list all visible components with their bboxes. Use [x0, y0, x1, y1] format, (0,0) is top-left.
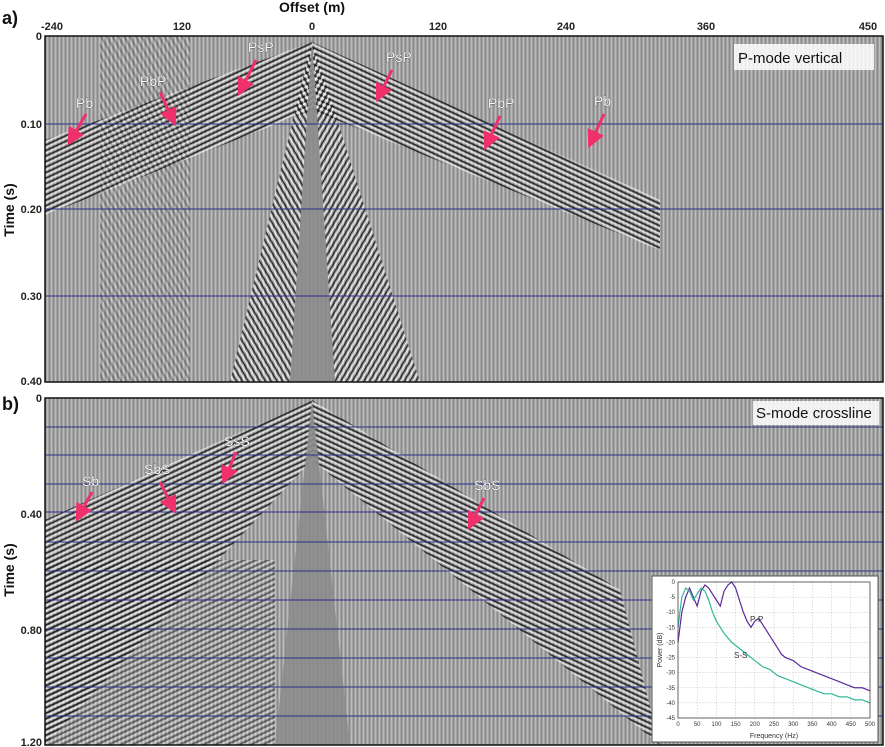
inset-x-tick: 450	[846, 722, 857, 728]
panel-b-y-tick: 1.20	[21, 737, 42, 747]
top-ticks: -240 120 0 120 240 360 450	[41, 21, 877, 33]
event-label: SbS	[474, 477, 500, 493]
inset-background	[651, 575, 879, 743]
event-label: PbP	[140, 73, 166, 89]
inset-y-tick: -35	[666, 686, 675, 692]
top-tick: 120	[429, 21, 447, 33]
event-label: PsP	[248, 39, 274, 55]
panel-a-label: a)	[2, 8, 18, 28]
inset-x-tick: 50	[694, 722, 701, 728]
seismic-figure: Offset (m) -240 120 0 120 240 360 450 a)…	[1, 0, 884, 747]
top-tick: 240	[557, 21, 575, 33]
panel-b-y-title: Time (s)	[1, 543, 17, 596]
panel-b-y-tick: 0	[36, 393, 42, 405]
inset-y-tick: -40	[666, 701, 675, 707]
inset-y-tick: -15	[666, 625, 675, 631]
inset-y-tick: -45	[666, 716, 675, 722]
panel-a: a) Time (s) 0 0.10 0.20 0.30 0.40 P-mode…	[1, 8, 884, 388]
event-label: Sb	[82, 473, 99, 489]
panel-a-y-tick: 0.10	[21, 119, 42, 131]
panel-a-y-tick: 0.20	[21, 204, 42, 216]
top-tick: 120	[173, 21, 191, 33]
inset-x-tick: 400	[827, 722, 838, 728]
panel-a-y-tick: 0	[36, 31, 42, 43]
event-label: Pb	[594, 93, 611, 109]
top-tick: 360	[697, 21, 715, 33]
inset-x-tick: 350	[807, 722, 818, 728]
event-label: SbS	[144, 461, 170, 477]
inset-x-tick: 150	[731, 722, 742, 728]
panel-b-y-tick: 0.80	[21, 625, 42, 637]
ss-curve-label: S-S	[734, 651, 747, 660]
event-label: SsS	[224, 433, 250, 449]
panel-b-label: b)	[2, 394, 19, 414]
top-tick: -240	[41, 21, 63, 33]
panel-b-lower-left-events	[45, 560, 275, 745]
panel-a-mode-label: P-mode vertical	[738, 50, 842, 67]
inset-y-tick: -20	[666, 640, 675, 646]
event-label: PsP	[386, 49, 412, 65]
inset-x-label: Frequency (Hz)	[750, 733, 798, 740]
event-label: Pb	[76, 95, 93, 111]
inset-x-tick: 300	[788, 722, 799, 728]
inset-y-tick: -10	[666, 610, 675, 616]
panel-a-y-title: Time (s)	[1, 183, 17, 236]
inset-x-tick: 100	[711, 722, 722, 728]
inset-y-label: Power (dB)	[657, 632, 664, 667]
top-axis-title: Offset (m)	[279, 0, 345, 15]
panel-b-y-tick: 0.40	[21, 509, 42, 521]
inset-y-tick: -25	[666, 656, 675, 662]
top-tick: 0	[309, 21, 315, 33]
inset-x-tick: 250	[769, 722, 780, 728]
event-label: PbP	[488, 95, 514, 111]
panel-a-y-tick: 0.40	[21, 376, 42, 388]
pp-curve-label: P-P	[750, 615, 763, 624]
inset-y-tick: -30	[666, 671, 675, 677]
inset-x-tick: 500	[865, 722, 876, 728]
top-tick: 450	[859, 21, 877, 33]
panel-b-mode-label: S-mode crossline	[756, 405, 872, 422]
inset-x-tick: 200	[750, 722, 761, 728]
inset-y-tick: -5	[670, 595, 676, 601]
panel-a-y-tick: 0.30	[21, 291, 42, 303]
spectrum-inset: 0 50 100 150 200 250 300 350 400 450 500 0-5-10-15…	[651, 575, 879, 743]
